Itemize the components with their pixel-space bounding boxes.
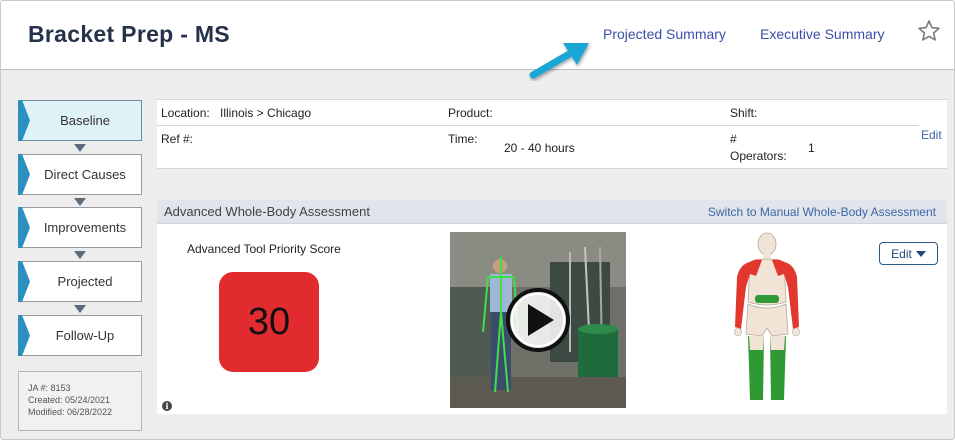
job-info-panel: Location: Illinois > Chicago Product: Sh… (157, 99, 947, 169)
ref-label: Ref #: (161, 132, 194, 146)
ja-number: JA #: 8153 (28, 383, 71, 393)
step-flag-icon (18, 315, 30, 356)
assessment-header: Advanced Whole-Body Assessment Switch to… (157, 200, 947, 224)
priority-score-badge: 30 (219, 272, 319, 372)
switch-manual-link[interactable]: Switch to Manual Whole-Body Assessment (708, 205, 936, 219)
shift-label: Shift: (730, 106, 758, 120)
created-date: Created: 05/24/2021 (28, 395, 111, 405)
star-icon[interactable] (917, 19, 941, 43)
assessment-video[interactable] (450, 232, 626, 408)
score-label: Advanced Tool Priority Score (187, 242, 341, 256)
step-flag-icon (18, 100, 30, 141)
step-flag-icon (18, 154, 30, 195)
step-projected[interactable]: Projected (18, 261, 142, 302)
info-divider (157, 125, 919, 126)
location-label: Location: (161, 106, 210, 120)
step-flag-icon (18, 207, 30, 248)
step-label: Direct Causes (44, 167, 126, 182)
operators-label: Operators: (730, 149, 787, 163)
page-title: Bracket Prep - MS (28, 21, 230, 47)
down-arrow-icon (74, 305, 86, 313)
assessment-title: Advanced Whole-Body Assessment (164, 204, 370, 219)
time-value: 20 - 40 hours (504, 141, 575, 155)
down-arrow-icon (74, 251, 86, 259)
down-arrow-icon (74, 144, 86, 152)
info-edit-link[interactable]: Edit (921, 128, 942, 142)
step-baseline[interactable]: Baseline (18, 100, 142, 141)
product-label: Product: (448, 106, 493, 120)
executive-summary-link[interactable]: Executive Summary (760, 26, 884, 42)
projected-summary-link[interactable]: Projected Summary (603, 26, 726, 42)
step-improvements[interactable]: Improvements (18, 207, 142, 248)
app-window: Bracket Prep - MS Projected Summary Exec… (0, 0, 955, 440)
edit-dropdown-label: Edit (891, 246, 912, 261)
step-flag-icon (18, 261, 30, 302)
info-bottom-border (157, 168, 947, 169)
assessment-body: Advanced Tool Priority Score 30 i Edit (157, 224, 947, 414)
operators-value: 1 (808, 141, 815, 155)
down-arrow-icon (74, 198, 86, 206)
annotation-arrow-icon (529, 43, 589, 79)
step-label: Improvements (43, 220, 127, 235)
step-direct-causes[interactable]: Direct Causes (18, 154, 142, 195)
step-label: Follow-Up (55, 328, 115, 343)
step-label: Baseline (60, 113, 110, 128)
body-risk-diagram (734, 232, 800, 400)
operators-label-hash: # (730, 132, 737, 146)
chevron-down-icon (915, 250, 926, 257)
time-label: Time: (448, 132, 478, 146)
location-value: Illinois > Chicago (220, 106, 312, 120)
info-icon[interactable]: i (162, 401, 172, 411)
step-follow-up[interactable]: Follow-Up (18, 315, 142, 356)
step-label: Projected (57, 274, 113, 289)
job-meta-box: JA #: 8153 Created: 05/24/2021 Modified:… (18, 371, 142, 431)
page-header: Bracket Prep - MS Projected Summary Exec… (1, 1, 954, 70)
assessment-edit-dropdown[interactable]: Edit (879, 242, 938, 265)
modified-date: Modified: 06/28/2022 (28, 407, 113, 417)
